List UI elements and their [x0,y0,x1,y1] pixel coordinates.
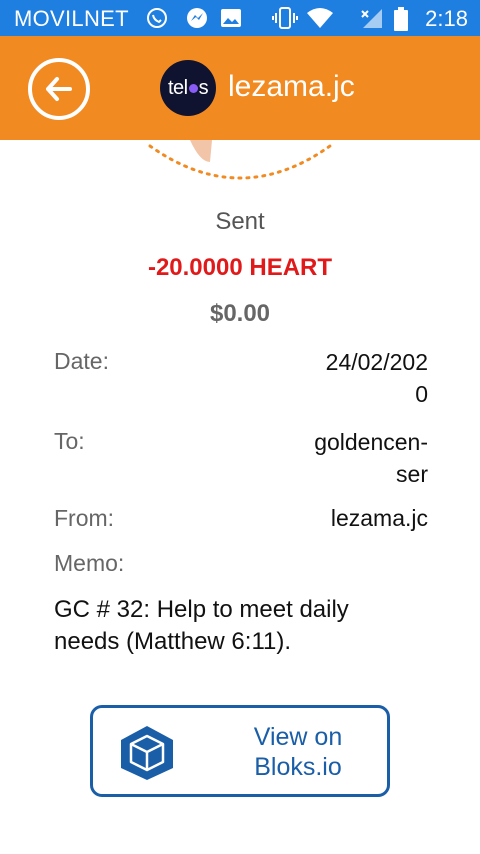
to-value-line1: goldencen- [314,429,428,455]
memo-line1: GC # 32: Help to meet daily [54,596,349,623]
memo-label: Memo: [54,550,125,576]
status-bar: MOVILNET 2:18 [0,0,480,36]
view-on-bloks-button[interactable]: View on Bloks.io [90,705,390,797]
date-value: 24/02/202 0 [326,346,428,410]
memo-line2: needs (Matthew 6:11). [54,628,292,655]
from-label: From: [54,505,115,531]
back-arrow-icon [46,77,72,101]
bloks-cube-icon [119,724,175,787]
memo-text: GC # 32: Help to meet daily needs (Matth… [54,594,434,658]
to-value: goldencen- ser [314,426,428,490]
signal-icon [360,7,382,29]
date-label: Date: [54,348,109,374]
date-value-line1: 24/02/202 [325,349,428,375]
carrier-name: MOVILNET [14,6,129,31]
fiat-value: $0.00 [209,300,271,327]
back-button[interactable] [28,58,90,120]
to-value-line2: ser [396,461,428,487]
transaction-amount: -20.0000 HEART [147,254,333,281]
logo-dot [188,84,198,94]
battery-icon [394,7,408,31]
account-name: lezama.jc [228,70,355,103]
date-value-line2: 0 [415,381,428,407]
logo-text-end: s [198,77,209,99]
vibrate-icon [272,7,298,29]
bloks-label-line1: View on [253,723,343,751]
messenger-icon [186,7,208,29]
avatar-arc [140,140,340,184]
app-header: tel s lezama.jc [0,36,480,140]
from-value: lezama.jc [330,505,428,531]
bloks-button-label: View on Bloks.io [223,722,373,782]
whatsapp-icon [146,7,168,29]
clock-time: 2:18 [425,6,468,31]
logo-text-start: tel [167,77,188,99]
wifi-icon [306,7,334,29]
bloks-label-line2: Bloks.io [254,753,342,781]
telos-logo: tel s [160,60,216,116]
gallery-icon [220,7,242,29]
transaction-direction: Sent [215,208,265,235]
to-label: To: [54,428,85,454]
